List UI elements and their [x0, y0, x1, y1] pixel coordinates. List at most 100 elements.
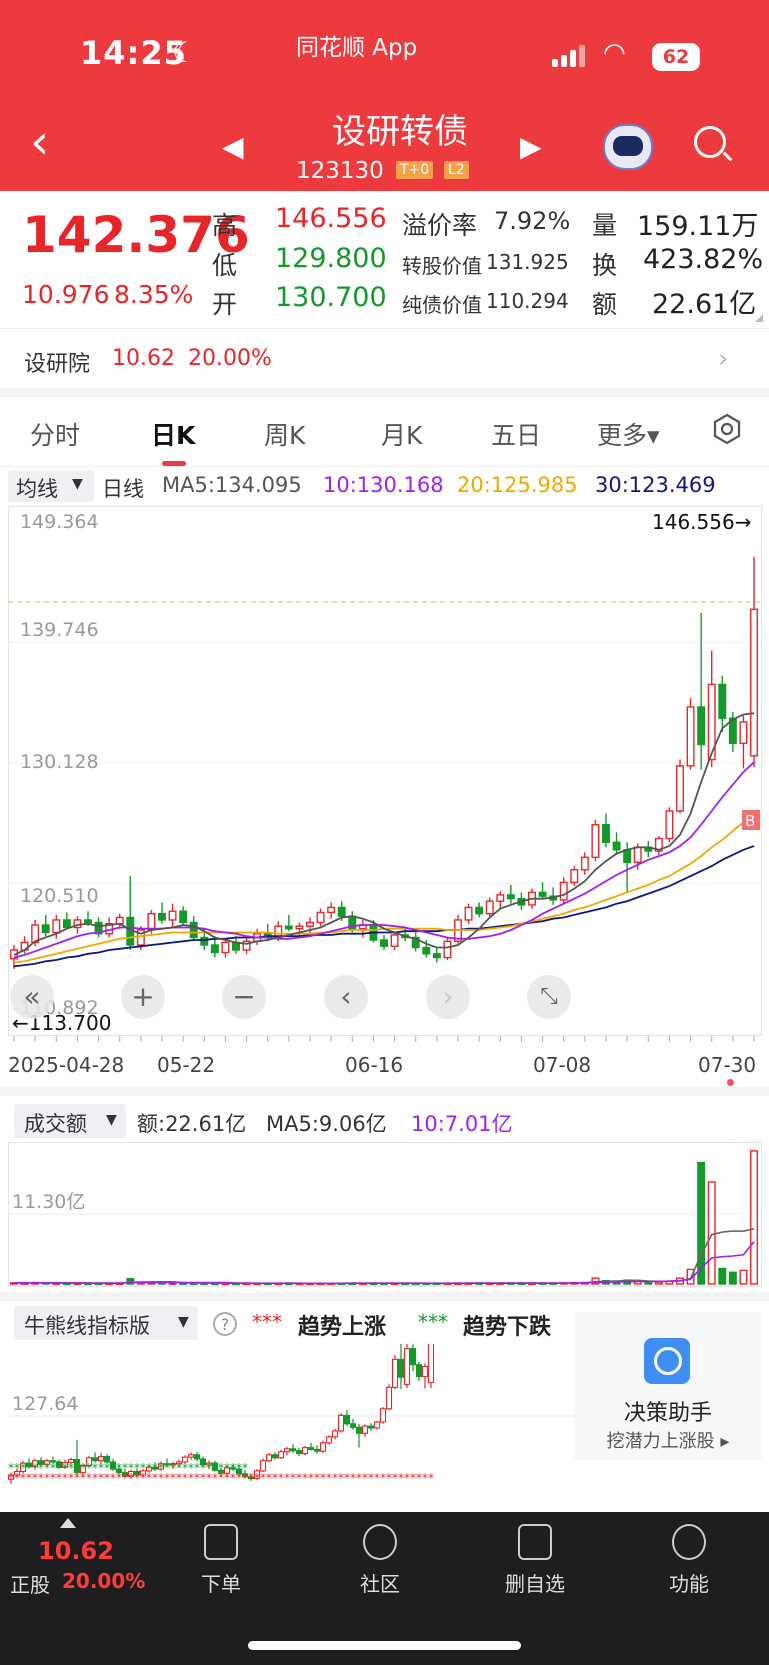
buy-signal-label: B: [745, 812, 755, 830]
indicator-y-tick: 127.64: [12, 1393, 78, 1415]
candle-body: [475, 906, 484, 915]
search-icon[interactable]: [694, 126, 726, 158]
candle-body: [84, 919, 92, 924]
caret-down-icon: ▼: [106, 1112, 117, 1128]
remove-watchlist-button[interactable]: 删自选: [485, 1568, 585, 1597]
bull-bear-indicator-chart[interactable]: ****************************************…: [8, 1344, 574, 1488]
indicator-candle: [295, 1450, 303, 1455]
tab-intraday[interactable]: 分时: [30, 416, 80, 452]
indicator-candle: [307, 1447, 315, 1450]
indicator-selector-label: 牛熊线指标版: [24, 1314, 150, 1338]
help-icon[interactable]: ?: [213, 1312, 237, 1336]
underlying-price[interactable]: 10.62: [38, 1537, 114, 1565]
open-value: 130.700: [275, 282, 387, 313]
expand-up-icon[interactable]: [60, 1518, 76, 1528]
back-button[interactable]: ‹: [30, 118, 49, 166]
l2-badge: L2: [444, 161, 469, 179]
tab-five-day[interactable]: 五日: [491, 416, 541, 452]
settings-hexagon-icon[interactable]: [711, 413, 743, 445]
tab-daily-k[interactable]: 日K: [151, 416, 195, 452]
ma5-value: MA5:134.095: [162, 473, 302, 497]
date-label: 2025-04-28: [8, 1053, 125, 1077]
candle-body: [337, 906, 346, 917]
related-stock-name[interactable]: 设研院: [24, 346, 90, 378]
candle-body: [612, 841, 621, 851]
indicator-candle: [355, 1426, 363, 1434]
home-indicator: [248, 1641, 521, 1650]
premium-value: 7.92%: [494, 207, 571, 235]
indicator-candle: [193, 1454, 201, 1460]
status-time: 14:25: [80, 34, 187, 72]
related-stock-price: 10.62: [112, 346, 175, 371]
y-tick-label: 149.364: [20, 511, 99, 533]
candle-body: [52, 919, 61, 934]
indicator-candle: [325, 1436, 333, 1444]
candle-body: [200, 936, 209, 946]
candlestick-chart[interactable]: 149.364 139.746 130.128 120.510 110.892 …: [8, 506, 762, 1036]
community-button[interactable]: 社区: [330, 1568, 430, 1597]
indicator-candle: [373, 1421, 381, 1429]
zoom-out-button[interactable]: −: [222, 975, 266, 1019]
volume-ma10: 10:7.01亿: [411, 1112, 513, 1136]
expand-corner-icon[interactable]: [755, 314, 763, 322]
indicator-candle: [367, 1425, 375, 1429]
moon-icon: ☾: [172, 36, 198, 69]
ma-selector-label: 均线: [16, 477, 58, 501]
fullscreen-button[interactable]: ⤡: [527, 975, 571, 1019]
menu-icon[interactable]: [672, 1524, 706, 1560]
scroll-left-button[interactable]: ‹: [324, 975, 368, 1019]
prev-stock-button[interactable]: ◀: [222, 130, 244, 163]
order-icon[interactable]: [204, 1524, 238, 1560]
premium-label: 溢价率: [402, 211, 478, 240]
robot-assistant-icon[interactable]: [603, 124, 653, 170]
signal-icon: [552, 45, 585, 67]
underlying-pct: 20.00%: [62, 1569, 146, 1593]
candle-body: [591, 824, 600, 859]
volume-chart[interactable]: 11.30亿: [8, 1142, 762, 1287]
volume-y-tick: 11.30亿: [12, 1191, 85, 1213]
status-app-name: 同花顺 App: [296, 35, 418, 61]
indicator-candle: [283, 1448, 291, 1453]
candle-body: [390, 934, 399, 947]
bond-value-label: 纯债价值: [402, 293, 482, 317]
candle-body: [147, 912, 156, 931]
indicator-candle: [409, 1348, 417, 1366]
functions-button[interactable]: 功能: [639, 1568, 739, 1597]
turnover-value: 423.82%: [643, 244, 764, 275]
candle-body: [422, 946, 431, 955]
candle-body: [41, 924, 50, 934]
tab-more[interactable]: 更多▾: [597, 416, 660, 452]
scroll-right-button[interactable]: ›: [426, 975, 470, 1019]
date-label: 06-16: [345, 1053, 404, 1077]
indicator-candle: [415, 1364, 423, 1378]
candle-body: [676, 765, 684, 812]
trend-down-legend-label: 趋势下跌: [463, 1315, 552, 1340]
chevron-right-icon[interactable]: ›: [718, 344, 728, 374]
assistant-title: 决策助手: [623, 1401, 712, 1426]
order-button[interactable]: 下单: [171, 1568, 271, 1597]
rewind-button[interactable]: «: [10, 975, 54, 1019]
candle-body: [158, 912, 166, 921]
trend-up-legend-marker: ***: [252, 1310, 282, 1334]
indicator-candle: [319, 1442, 327, 1452]
ma30-value: 30:123.469: [595, 473, 716, 497]
tab-monthly-k[interactable]: 月K: [381, 416, 422, 452]
indicator-candle: [343, 1414, 351, 1425]
volume-bar: [707, 1181, 716, 1285]
underlying-label: 正股: [10, 1573, 50, 1597]
tab-weekly-k[interactable]: 周K: [264, 416, 305, 452]
volume-amount: 额:22.61亿: [137, 1112, 247, 1136]
candle-body: [115, 916, 124, 925]
t0-badge: T+0: [396, 161, 434, 179]
section-gap: [0, 1292, 769, 1301]
next-stock-button[interactable]: ▶: [520, 130, 542, 163]
section-gap: [0, 388, 769, 397]
y-tick-label: 130.128: [20, 751, 99, 773]
zoom-in-button[interactable]: +: [121, 975, 165, 1019]
community-icon[interactable]: [363, 1524, 397, 1560]
high-label: 高: [212, 211, 238, 240]
remove-watchlist-icon[interactable]: [518, 1524, 552, 1560]
candle-body: [168, 910, 177, 921]
candle-body: [189, 921, 198, 939]
candle-body: [496, 894, 505, 902]
